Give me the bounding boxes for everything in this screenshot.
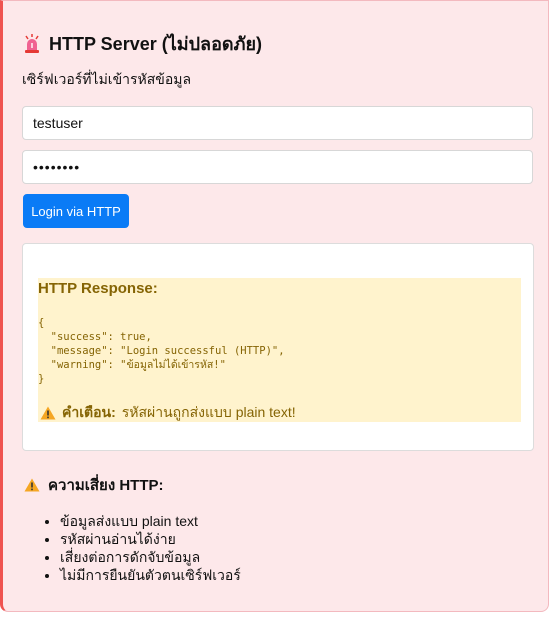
risk-section-title: ความเสี่ยง HTTP: — [24, 473, 164, 497]
password-field[interactable] — [22, 150, 533, 184]
login-http-button[interactable]: Login via HTTP — [23, 194, 129, 228]
list-item: ข้อมูลส่งแบบ plain text — [60, 512, 241, 530]
list-item: เสี่ยงต่อการดักจับข้อมูล — [60, 548, 241, 566]
warning-icon — [24, 478, 40, 492]
list-item: ไม่มีการยืนยันตัวตนเซิร์ฟเวอร์ — [60, 566, 241, 584]
risk-title-text: ความเสี่ยง HTTP: — [48, 477, 164, 494]
siren-icon — [25, 33, 39, 53]
page-subtitle: เซิร์ฟเวอร์ที่ไม่เข้ารหัสข้อมูล — [22, 71, 192, 87]
http-server-panel: HTTP Server (ไม่ปลอดภัย) เซิร์ฟเวอร์ที่ไ… — [0, 0, 549, 612]
list-item: รหัสผ่านอ่านได้ง่าย — [60, 530, 241, 548]
warning-label: คำเตือน: — [62, 404, 116, 420]
response-json: { "success": true, "message": "Login suc… — [38, 317, 285, 385]
response-container: HTTP Response: { "success": true, "messa… — [22, 243, 534, 451]
warning-text: รหัสผ่านถูกส่งแบบ plain text! — [121, 404, 296, 420]
response-title: HTTP Response: — [38, 280, 158, 297]
username-field[interactable] — [22, 106, 533, 140]
page-title-text: HTTP Server (ไม่ปลอดภัย) — [49, 34, 262, 54]
warning-icon — [40, 406, 56, 420]
http-response-box: HTTP Response: { "success": true, "messa… — [38, 278, 521, 422]
page-title: HTTP Server (ไม่ปลอดภัย) — [24, 29, 262, 58]
risk-list: ข้อมูลส่งแบบ plain text รหัสผ่านอ่านได้ง… — [22, 512, 241, 584]
response-warning: คำเตือน: รหัสผ่านถูกส่งแบบ plain text! — [40, 402, 296, 424]
